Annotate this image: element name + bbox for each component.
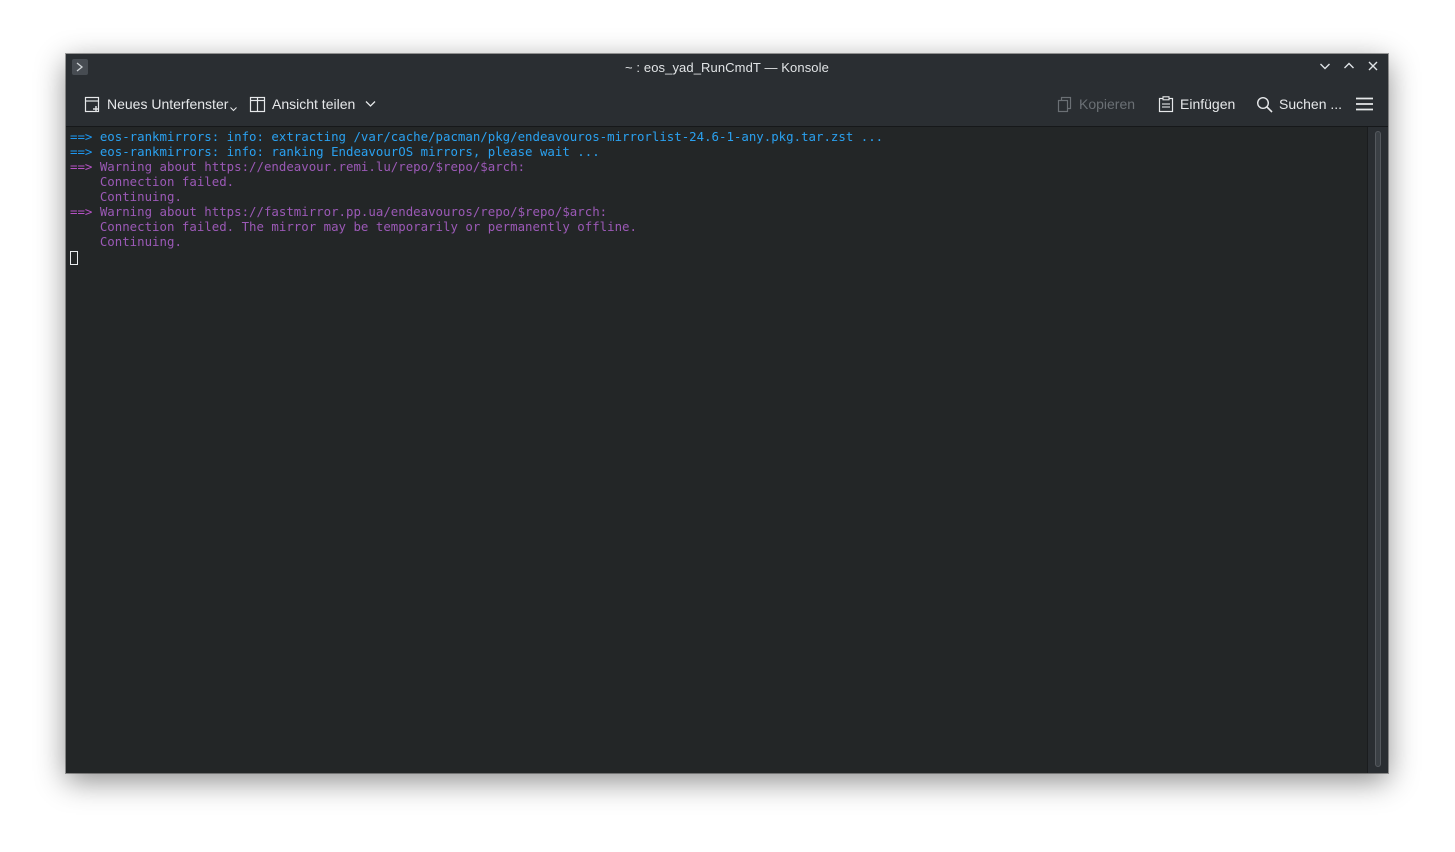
- search-label: Suchen ...: [1279, 96, 1343, 112]
- copy-button[interactable]: Kopieren: [1057, 90, 1135, 118]
- terminal-cursor-line: [70, 249, 1370, 265]
- paste-icon: [1158, 95, 1174, 113]
- terminal-line: ==> eos-rankmirrors: info: ranking Endea…: [70, 144, 600, 159]
- maximize-button[interactable]: [1340, 58, 1358, 76]
- terminal-line: Connection failed.: [99, 174, 235, 189]
- terminal-line: Continuing.: [99, 234, 182, 249]
- search-button[interactable]: Suchen ...: [1256, 90, 1342, 118]
- main-toolbar: Neues Unterfenster Ansicht teilen Kopier…: [66, 81, 1388, 127]
- new-tab-icon: [84, 96, 101, 113]
- hamburger-menu-button[interactable]: [1356, 90, 1373, 118]
- terminal-line: ==> Warning about https://endeavour.remi…: [70, 159, 526, 174]
- split-view-label: Ansicht teilen: [272, 96, 356, 112]
- close-button[interactable]: [1364, 58, 1382, 76]
- chevron-down-icon: [1319, 60, 1331, 75]
- minimize-button[interactable]: [1316, 58, 1334, 76]
- split-view-icon: [249, 96, 266, 113]
- terminal-view[interactable]: ==> eos-rankmirrors: info: extracting /v…: [66, 127, 1366, 773]
- hamburger-menu-icon: [1356, 97, 1373, 111]
- dropdown-indicator-icon[interactable]: [230, 106, 238, 112]
- vertical-scrollbar[interactable]: [1367, 127, 1388, 773]
- new-tab-button[interactable]: Neues Unterfenster: [84, 90, 238, 118]
- chevron-up-icon: [1343, 60, 1355, 75]
- text-cursor: [70, 251, 78, 265]
- terminal-line: ==> eos-rankmirrors: info: extracting /v…: [70, 129, 884, 144]
- close-icon: [1367, 60, 1379, 75]
- split-view-button[interactable]: Ansicht teilen: [249, 90, 376, 118]
- terminal-line: Connection failed. The mirror may be tem…: [99, 219, 637, 234]
- paste-button[interactable]: Einfügen: [1158, 90, 1235, 118]
- copy-icon: [1057, 96, 1073, 113]
- scrollbar-handle[interactable]: [1375, 131, 1381, 767]
- search-icon: [1256, 96, 1273, 113]
- terminal-line: ==> Warning about https://fastmirror.pp.…: [70, 204, 608, 219]
- copy-label: Kopieren: [1079, 96, 1136, 112]
- new-tab-label: Neues Unterfenster: [107, 96, 229, 112]
- title-bar[interactable]: ~ : eos_yad_RunCmdT — Konsole: [66, 54, 1388, 81]
- chevron-down-icon: [365, 100, 376, 108]
- window-title: ~ : eos_yad_RunCmdT — Konsole: [625, 60, 829, 75]
- terminal-line: Continuing.: [99, 189, 182, 204]
- paste-label: Einfügen: [1180, 96, 1236, 112]
- konsole-window: ~ : eos_yad_RunCmdT — Konsole Neues Unte…: [66, 54, 1388, 773]
